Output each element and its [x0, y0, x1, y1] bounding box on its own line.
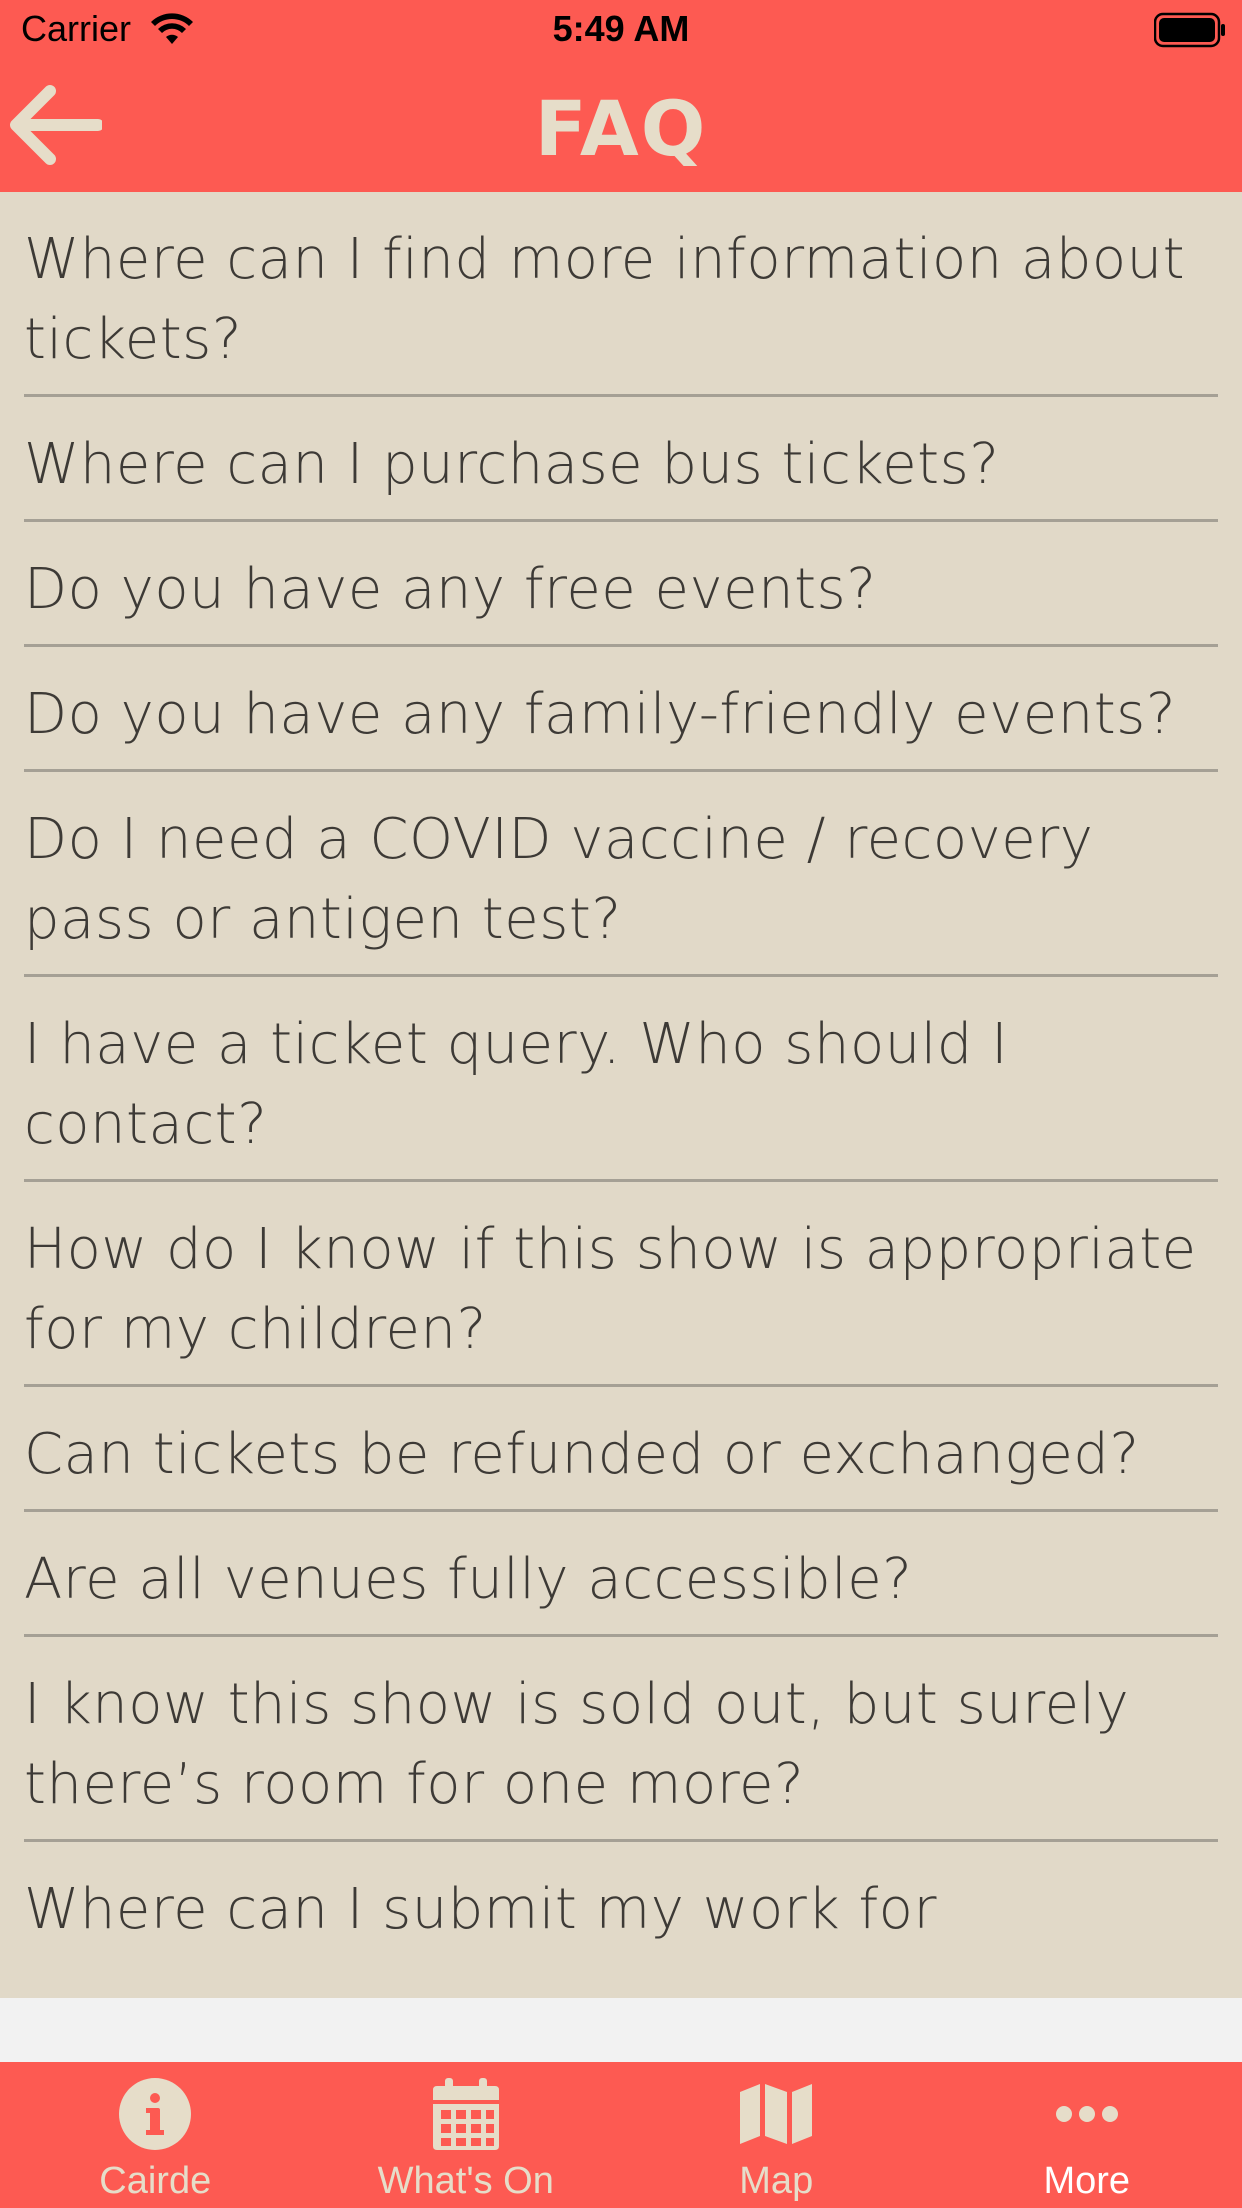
nav-bar: FAQ: [0, 62, 1242, 192]
faq-item[interactable]: How do I know if this show is appropriat…: [24, 1182, 1218, 1387]
faq-item[interactable]: Where can I purchase bus tickets?: [24, 397, 1218, 522]
battery-icon: [1153, 12, 1226, 52]
list-footer-spacer: [0, 1998, 1242, 2062]
more-dots-icon: [1054, 2074, 1120, 2154]
faq-item[interactable]: Do you have any family-friendly events?: [24, 647, 1218, 772]
tab-whats-on[interactable]: What's On: [311, 2062, 622, 2208]
tab-label: More: [1043, 2160, 1131, 2202]
status-bar: Carrier 5:49 AM: [0, 0, 1242, 62]
faq-item[interactable]: I have a ticket query. Who should I cont…: [24, 977, 1218, 1182]
map-icon: [738, 2074, 814, 2154]
faq-item[interactable]: Do you have any free events?: [24, 522, 1218, 647]
page-title: FAQ: [534, 84, 708, 173]
status-time: 5:49 AM: [552, 8, 690, 49]
faq-list[interactable]: Where can I find more information about …: [0, 192, 1242, 1998]
calendar-icon: [431, 2074, 501, 2154]
faq-item[interactable]: Do I need a COVID vaccine / recovery pas…: [24, 772, 1218, 977]
faq-item[interactable]: Are all venues fully accessible?: [24, 1512, 1218, 1637]
tab-label: Map: [739, 2160, 814, 2202]
info-circle-icon: [117, 2074, 193, 2154]
tab-label: Cairde: [99, 2160, 212, 2202]
tab-map[interactable]: Map: [621, 2062, 932, 2208]
faq-item[interactable]: Where can I submit my work for: [24, 1842, 1218, 1964]
faq-item[interactable]: Where can I find more information about …: [24, 192, 1218, 397]
tab-more[interactable]: More: [932, 2062, 1242, 2208]
tab-label: What's On: [377, 2160, 554, 2202]
faq-item[interactable]: Can tickets be refunded or exchanged?: [24, 1387, 1218, 1512]
tab-cairde[interactable]: Cairde: [0, 2062, 311, 2208]
faq-item[interactable]: I know this show is sold out, but surely…: [24, 1637, 1218, 1842]
tab-bar: Cairde What's On Map More: [0, 2062, 1242, 2208]
